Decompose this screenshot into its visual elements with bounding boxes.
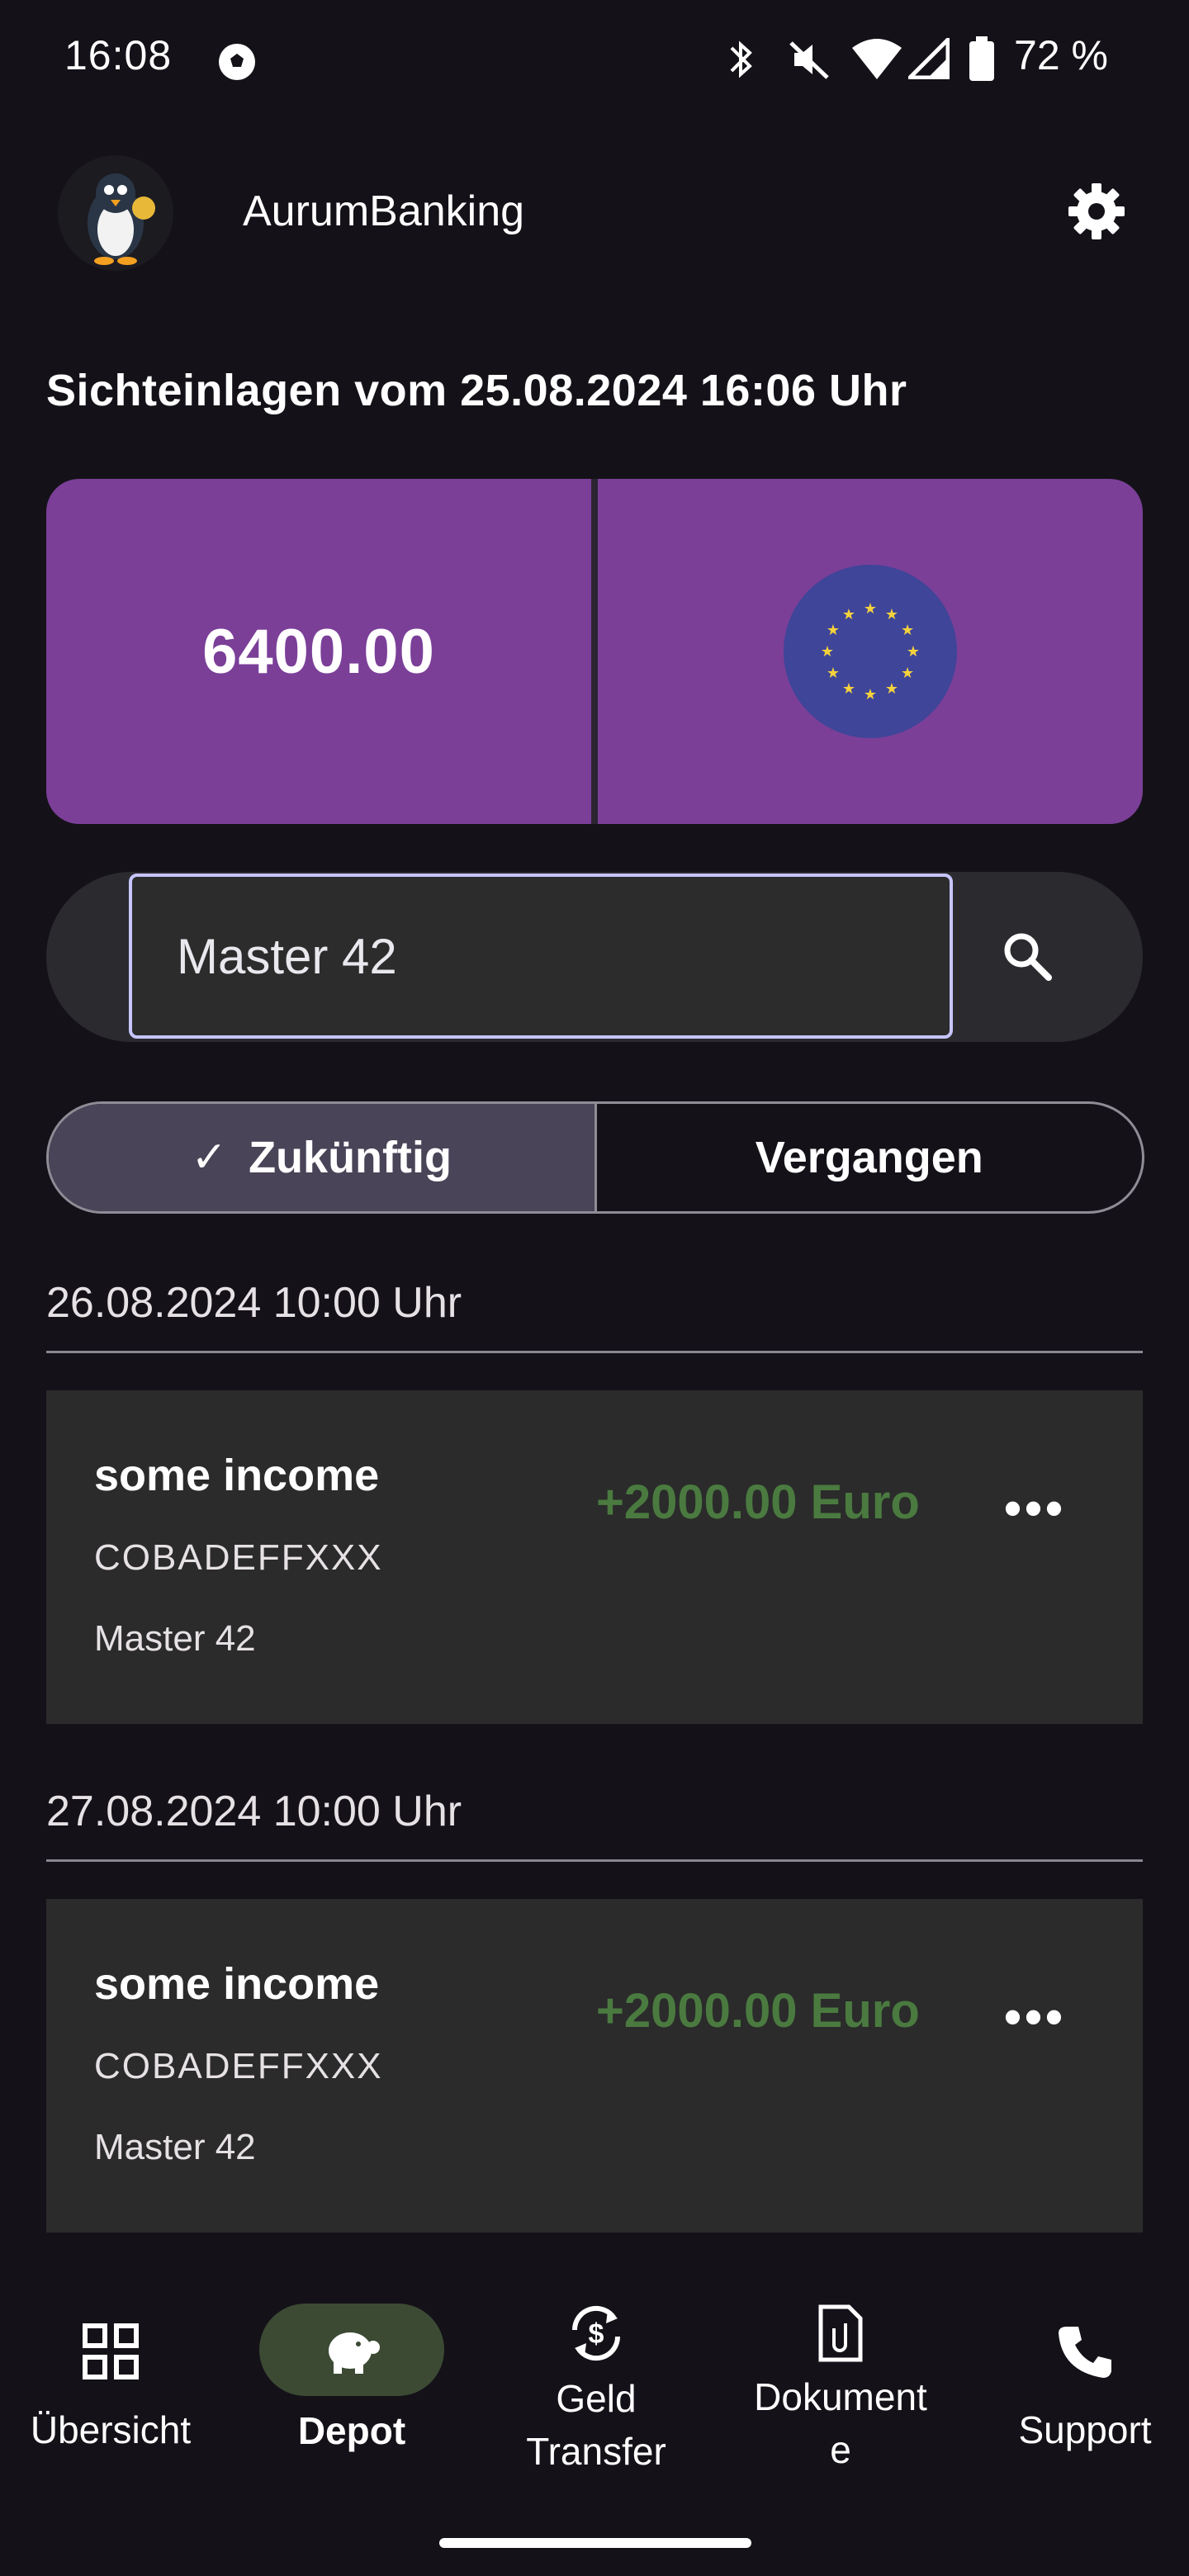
cellular-icon xyxy=(908,38,950,79)
eu-star: ★ xyxy=(864,600,877,617)
time-filter-toggle: ✓ Zukünftig Vergangen xyxy=(46,1101,1144,1214)
penguin-logo-icon xyxy=(88,173,155,265)
nav-item-documents[interactable]: Dokument e xyxy=(725,2262,956,2476)
nav-label-transfer-line2: Transfer xyxy=(526,2430,666,2473)
status-time: 16:08 xyxy=(64,32,173,78)
card-divider xyxy=(591,479,598,824)
eu-star: ★ xyxy=(842,606,855,623)
date-divider xyxy=(46,1859,1143,1862)
tab-past-label: Vergangen xyxy=(755,1133,983,1182)
eu-star: ★ xyxy=(885,606,898,623)
nav-label-depot: Depot xyxy=(297,2409,406,2452)
search-input[interactable]: Master 42 xyxy=(129,874,953,1039)
phone-icon xyxy=(1059,2327,1111,2378)
bluetooth-icon xyxy=(730,40,752,78)
app-logo xyxy=(58,155,173,271)
nav-item-overview[interactable]: Übersicht xyxy=(0,2262,226,2456)
eu-star: ★ xyxy=(827,622,840,638)
nav-label-overview: Übersicht xyxy=(30,2408,192,2451)
tab-past[interactable]: Vergangen xyxy=(594,1104,1143,1211)
eu-star: ★ xyxy=(827,665,840,681)
nav-label-support: Support xyxy=(1018,2408,1152,2451)
nav-label-documents-line2: e xyxy=(830,2428,851,2471)
balance-amount: 6400.00 xyxy=(202,616,435,687)
search-icon[interactable] xyxy=(1001,930,1054,983)
transaction-amount: +2000.00 Euro xyxy=(596,1475,920,1529)
nav-item-support[interactable]: Support xyxy=(969,2262,1189,2456)
nav-item-depot[interactable]: Depot xyxy=(236,2262,467,2457)
more-options-icon[interactable]: ••• xyxy=(1004,1480,1066,1537)
soccer-ball-icon xyxy=(219,44,255,80)
currency-panel: ★ ★ ★ ★ ★ ★ ★ ★ ★ ★ ★ ★ xyxy=(598,479,1143,824)
svg-text:$: $ xyxy=(589,2318,604,2350)
tab-future[interactable]: ✓ Zukünftig xyxy=(49,1104,594,1211)
transaction-card[interactable]: some income COBADEFFXXX Master 42 +2000.… xyxy=(46,1390,1143,1724)
nav-active-indicator xyxy=(259,2304,444,2396)
balance-card: 6400.00 ★ ★ ★ ★ ★ ★ ★ ★ ★ ★ ★ ★ xyxy=(46,479,1143,824)
eu-star: ★ xyxy=(907,643,920,660)
wifi-icon xyxy=(852,39,902,79)
battery-percent: 72 % xyxy=(1014,32,1108,78)
transaction-reference: Master 42 xyxy=(94,2127,256,2167)
piggy-bank-icon xyxy=(329,2332,380,2374)
section-title: Sichteinlagen vom 25.08.2024 16:06 Uhr xyxy=(46,366,907,415)
eu-star: ★ xyxy=(901,622,914,638)
check-icon: ✓ xyxy=(191,1134,228,1181)
transaction-date: 26.08.2024 10:00 Uhr xyxy=(46,1279,462,1327)
mute-icon xyxy=(789,41,829,79)
home-indicator xyxy=(439,2538,751,2548)
nav-label-documents: Dokument xyxy=(754,2375,927,2418)
eu-star: ★ xyxy=(901,665,914,681)
more-options-icon[interactable]: ••• xyxy=(1004,1988,1066,2045)
battery-icon xyxy=(969,36,994,81)
date-divider xyxy=(46,1351,1143,1353)
nav-item-transfer[interactable]: $ Geld Transfer xyxy=(481,2262,712,2478)
nav-label-transfer: Geld xyxy=(556,2377,637,2420)
app-title: AurumBanking xyxy=(243,187,525,235)
eu-star: ★ xyxy=(864,686,877,703)
transaction-card[interactable]: some income COBADEFFXXX Master 42 +2000.… xyxy=(46,1899,1143,2233)
grid-icon xyxy=(83,2323,139,2379)
transaction-title: some income xyxy=(94,1451,380,1500)
transaction-amount: +2000.00 Euro xyxy=(596,1984,920,2038)
currency-exchange-icon: $ xyxy=(571,2305,621,2361)
transaction-date: 27.08.2024 10:00 Uhr xyxy=(46,1788,462,1835)
tab-future-label: Zukünftig xyxy=(249,1133,452,1182)
transaction-bic: COBADEFFXXX xyxy=(94,1537,383,1578)
eu-flag-icon: ★ ★ ★ ★ ★ ★ ★ ★ ★ ★ ★ ★ xyxy=(784,565,957,738)
settings-gear-icon[interactable] xyxy=(1065,180,1128,243)
document-attachment-icon xyxy=(818,2304,863,2362)
bottom-navigation: Übersicht Depot $ Geld Transfer Dokument… xyxy=(0,2262,1189,2576)
transaction-title: some income xyxy=(94,1959,380,2009)
balance-amount-panel: 6400.00 xyxy=(46,479,591,824)
transaction-bic: COBADEFFXXX xyxy=(94,2046,383,2086)
eu-star: ★ xyxy=(821,643,834,660)
transaction-reference: Master 42 xyxy=(94,1618,256,1659)
eu-star: ★ xyxy=(885,680,898,697)
eu-star: ★ xyxy=(842,680,855,697)
